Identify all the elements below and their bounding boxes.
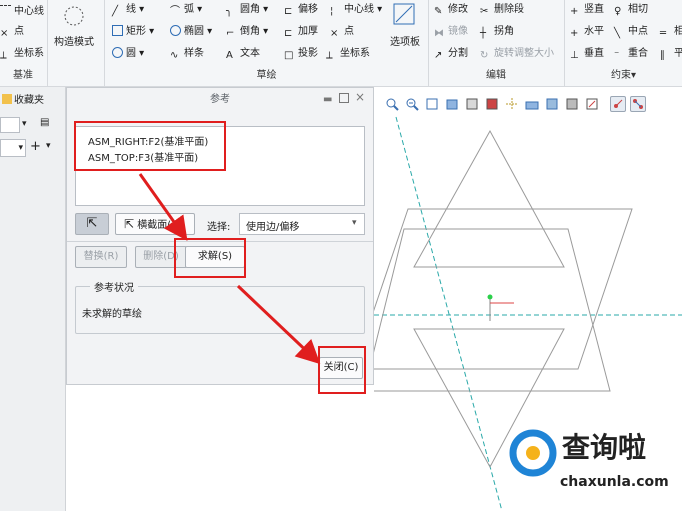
watermark-brand: 查询啦 xyxy=(562,431,647,464)
magnifier-logo-icon xyxy=(509,429,557,477)
watermark-url: chaxunla.com xyxy=(560,474,669,490)
arrow-to-solve xyxy=(138,173,188,241)
watermark: 查询啦 chaxunla.com xyxy=(500,420,682,511)
arrow-to-close xyxy=(236,284,321,365)
